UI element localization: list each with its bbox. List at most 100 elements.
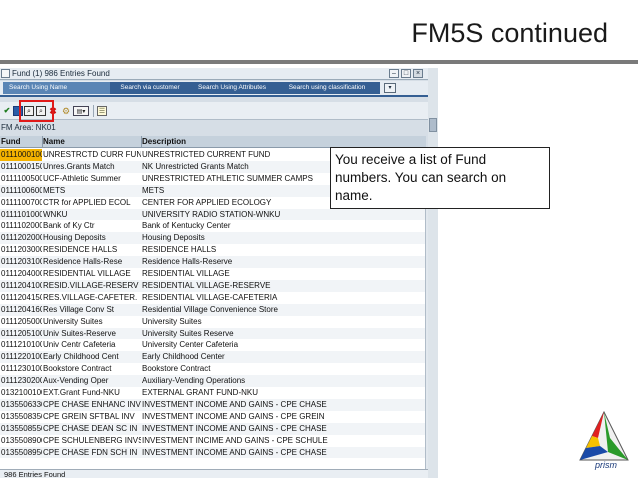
table-row[interactable]: 0135508550 CPE CHASE DEAN SC IN INVESTMENT… xyxy=(0,422,426,435)
cell-desc: RESIDENTIAL VILLAGE xyxy=(142,269,230,278)
cell-name: Housing Deposits xyxy=(43,233,106,243)
cell-fund: 0111204000 xyxy=(1,269,42,278)
list-icon[interactable]: ☰ xyxy=(97,106,107,116)
cell-desc: RESIDENCE HALLS xyxy=(142,245,217,255)
cell-name: Bookstore Contract xyxy=(43,364,112,374)
cell-name: Bank of Ky Ctr xyxy=(43,221,95,231)
title-divider xyxy=(0,60,638,64)
slide-title: FM5S continued xyxy=(411,18,608,48)
table-row[interactable]: 0135506330 CPE CHASE ENHANC INV INVESTMENT… xyxy=(0,398,426,411)
table-row[interactable]: 0111230200 Aux-Vending Oper Auxiliary-Vend… xyxy=(0,375,426,387)
cell-name: Res Village Conv St xyxy=(43,304,114,314)
cell-name: Residence Halls-Rese xyxy=(43,257,123,267)
table-row[interactable]: 0111204150 RES.VILLAGE-CAFETER. RESIDENTIA… xyxy=(0,291,426,304)
table-row[interactable]: 0111102000 Bank of Ky Ctr Bank of Kentucky… xyxy=(0,220,426,233)
column-header-description[interactable]: Description xyxy=(142,136,186,148)
cell-desc: Housing Deposits xyxy=(142,233,205,243)
table-row[interactable]: 0111203100 Residence Halls-Rese Residence … xyxy=(0,256,426,268)
cell-desc: INVESTMENT INCOME AND GAINS - CPE CHASE xyxy=(142,423,327,433)
table-row[interactable]: 0111205000 University Suites University Su… xyxy=(0,315,426,328)
tab-label: Search Using Name xyxy=(9,84,68,91)
cell-name: Univ Centr Cafeteria xyxy=(43,340,116,350)
window-titlebar: Fund (1) 986 Entries Found – □ × xyxy=(0,68,432,80)
cell-name: CPE CHASE FDN SCH IN xyxy=(43,447,138,457)
cell-desc: Residence Halls-Reserve xyxy=(142,257,233,267)
cell-desc: Auxiliary-Vending Operations xyxy=(142,376,246,386)
outer-scrollbar-thumb[interactable] xyxy=(429,118,437,132)
cell-name: Early Childhood Cent xyxy=(43,352,119,362)
table-row[interactable]: 0111204000 RESIDENTIAL VILLAGE RESIDENTIAL… xyxy=(0,268,426,280)
cell-fund: 0135508550 xyxy=(1,423,42,433)
cell-fund: 0111100700 xyxy=(1,197,42,207)
minimize-icon[interactable]: – xyxy=(389,69,399,78)
table-row[interactable]: 0132100100 EXT.Grant Fund-NKU EXTERNAL GRA… xyxy=(0,387,426,399)
cell-name: UCF-Athletic Summer xyxy=(43,173,121,183)
cell-name: University Suites xyxy=(43,316,103,326)
cell-desc: Bookstore Contract xyxy=(142,364,211,374)
cell-fund: 0111100600 xyxy=(1,185,42,195)
fm-area-label: FM Area: NK01 xyxy=(1,123,56,132)
cell-fund: 0111202000 xyxy=(1,233,42,243)
selection-icon[interactable]: ▤▾ xyxy=(73,106,89,116)
cell-desc: University Center Cafeteria xyxy=(142,340,239,350)
cell-desc: INVESTMENT INCOME AND GAINS - CPE CHASE xyxy=(142,399,327,409)
cell-fund: 0111230100 xyxy=(1,364,42,374)
table-row[interactable]: 0135508350 CPE GREIN SFTBAL INV INVESTMENT… xyxy=(0,410,426,423)
cell-desc: University Suites xyxy=(142,316,202,326)
column-header-fund[interactable]: Fund xyxy=(1,136,21,148)
table-row[interactable]: 0135508900 CPE SCHULENBERG INVS INVESTMENT… xyxy=(0,434,426,447)
check-icon[interactable]: ✔ xyxy=(2,106,12,116)
tab-search-using-attributes[interactable]: Search Using Attributes xyxy=(190,82,274,94)
table-row[interactable]: 0111101000 WNKU UNIVERSITY RADIO STATION-W… xyxy=(0,208,426,221)
cell-name: Aux-Vending Oper xyxy=(43,376,109,386)
cell-desc: RESIDENTIAL VILLAGE-RESERVE xyxy=(142,280,271,290)
column-header-name[interactable]: Name xyxy=(43,136,65,148)
window-icon xyxy=(1,69,10,78)
toolbar: ✔ ⌕ ⌕ ✖ ⚙ ▤▾ ☰ xyxy=(0,102,432,120)
table-row[interactable]: 0111220100 Early Childhood Cent Early Chil… xyxy=(0,351,426,364)
cell-fund: 0111100500 xyxy=(1,173,42,183)
tab-search-via-customer[interactable]: Search via customer xyxy=(110,82,190,94)
table-row[interactable]: 0111205100 Univ Suites-Reserve University … xyxy=(0,327,426,340)
tab-search-using-name[interactable]: Search Using Name xyxy=(3,82,110,94)
close-icon[interactable]: × xyxy=(413,69,423,78)
cell-name: CPE CHASE DEAN SC IN xyxy=(43,423,138,433)
maximize-icon[interactable]: □ xyxy=(401,69,411,78)
cell-fund: 0111205000 xyxy=(1,316,42,326)
window-title: Fund (1) 986 Entries Found xyxy=(12,69,110,78)
settings-icon[interactable]: ⚙ xyxy=(61,106,71,116)
cell-name: RESIDENCE HALLS xyxy=(43,245,118,255)
cell-desc: Early Childhood Center xyxy=(142,352,225,362)
cell-fund: 0135506330 xyxy=(1,399,42,409)
cell-fund: 0135508950 xyxy=(1,447,42,457)
table-row[interactable]: 0111203000 RESIDENCE HALLS RESIDENCE HALLS xyxy=(0,244,426,257)
cell-name: CPE CHASE ENHANC INV xyxy=(43,399,141,409)
cell-name: UNRESTRCTD CURR FUND xyxy=(43,150,141,159)
tab-label: Search via customer xyxy=(120,84,180,91)
cell-fund: 0111102000 xyxy=(1,221,42,231)
status-bar: 986 Entries Found xyxy=(0,469,432,478)
table-row[interactable]: 0111210100 Univ Centr Cafeteria University… xyxy=(0,339,426,352)
table-row[interactable]: 0111204100 RESID.VILLAGE-RESERV RESIDENTIA… xyxy=(0,279,426,292)
fund-search-window: Fund (1) 986 Entries Found – □ × Search … xyxy=(0,68,433,478)
status-text: 986 Entries Found xyxy=(4,470,66,478)
cell-fund: 0111101000 xyxy=(1,209,42,219)
cell-desc: UNIVERSITY RADIO STATION-WNKU xyxy=(142,209,281,219)
table-row[interactable]: 0111230100 Bookstore Contract Bookstore Co… xyxy=(0,363,426,376)
cell-name: CPE SCHULENBERG INVS xyxy=(43,435,141,445)
cell-desc: INVESTMENT INCOME AND GAINS - CPE GREIN xyxy=(142,411,325,421)
cell-desc: Bank of Kentucky Center xyxy=(142,221,231,231)
cell-name: RESID.VILLAGE-RESERV xyxy=(43,280,139,290)
cell-fund: 0111210100 xyxy=(1,340,42,350)
table-row[interactable]: 0135508950 CPE CHASE FDN SCH IN INVESTMENT… xyxy=(0,446,426,459)
tab-list-button[interactable]: ▾ xyxy=(384,83,396,93)
table-row[interactable]: 0111202000 Housing Deposits Housing Deposi… xyxy=(0,232,426,245)
logo-text: prism xyxy=(595,460,617,470)
table-row[interactable]: 0111204160 Res Village Conv St Residential… xyxy=(0,303,426,316)
cell-fund: 0111204100 xyxy=(1,280,42,290)
tab-label: Search Using Attributes xyxy=(198,84,266,91)
cell-desc: INVESTMENT INCIME AND GAINS - CPE SCHULE xyxy=(142,435,328,445)
cell-name: EXT.Grant Fund-NKU xyxy=(43,388,120,397)
tab-search-using-classification[interactable]: Search using classification xyxy=(274,82,380,94)
cell-fund: 0111230200 xyxy=(1,376,42,386)
